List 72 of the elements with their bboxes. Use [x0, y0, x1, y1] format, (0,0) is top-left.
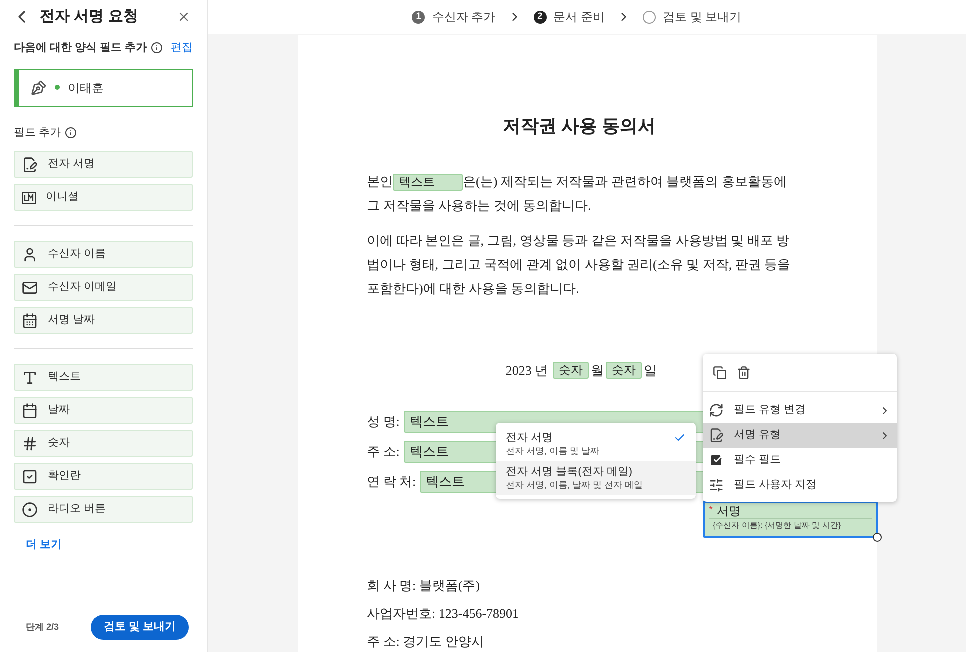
person-icon — [22, 246, 38, 262]
info-icon[interactable] — [151, 42, 164, 54]
field-button[interactable]: 숫자 — [14, 430, 193, 457]
menu-item[interactable]: 필수 필드 — [703, 448, 897, 473]
panel-title: 전자 서명 요청 — [40, 6, 138, 27]
step-number: 1 — [412, 10, 426, 24]
more-link[interactable]: 더 보기 — [26, 537, 207, 554]
option-title: 전자 서명 — [506, 431, 554, 445]
review-send-button[interactable]: 검토 및 보내기 — [90, 615, 189, 640]
field-button[interactable]: 수신자 이름 — [14, 241, 193, 268]
refresh-icon — [709, 403, 724, 418]
checkbox[interactable] — [709, 453, 724, 468]
edit-link[interactable]: 편집 — [171, 40, 193, 56]
signature-icon — [22, 156, 38, 172]
step-number: 2 — [534, 10, 547, 24]
section-label: 다음에 대한 양식 필드 추가 — [14, 41, 148, 56]
field-button[interactable]: 확인란 — [14, 463, 193, 490]
duplicate-icon[interactable] — [713, 366, 727, 380]
initials-icon — [22, 192, 36, 204]
paragraph: 이에 따라 본인은 글, 그림, 영상물 등과 같은 저작물을 사용방법 및 배포 방법이나 형태, 그리고 국적에 관계 없이 사용할 권리(소유 및 저작, 판권 등을 포함한다)에 대한 사용을 동의합니다. — [367, 232, 792, 298]
document-title: 저작권 사용 동의서 — [502, 115, 657, 138]
field-button[interactable]: 날짜 — [14, 397, 193, 424]
field-button[interactable]: 라디오 버튼 — [14, 496, 193, 523]
field-button[interactable]: 서명 날짜 — [14, 307, 193, 334]
form-label: 주 소: — [367, 442, 400, 461]
document-text: 주 소: 경기도 안양시 — [367, 632, 486, 650]
date-text: 2023 년 — [506, 362, 548, 380]
close-icon[interactable] — [177, 10, 191, 24]
option-title: 전자 서명 블록(전자 메일) — [506, 465, 634, 479]
field-button[interactable]: 전자 서명 — [14, 151, 193, 178]
step-label: 문서 준비 — [554, 9, 605, 26]
mail-icon — [22, 280, 38, 296]
form-label: 성 명: — [367, 412, 400, 431]
hash-icon — [22, 436, 38, 452]
section-label: 필드 추가 — [14, 126, 62, 140]
recipient-card[interactable]: 이태훈 — [14, 68, 193, 106]
required-mark: * — [709, 504, 713, 518]
field-label: 서명 — [716, 502, 741, 520]
option-description: 전자 서명, 이름, 날짜 및 전자 메일 — [506, 479, 644, 491]
check-icon — [674, 432, 686, 444]
date-text: 월 — [591, 362, 604, 380]
text-field[interactable]: 숫자 — [606, 362, 642, 380]
field-button[interactable]: 수신자 이메일 — [14, 274, 193, 301]
field-button[interactable]: 이니셜 — [14, 184, 193, 211]
signature-icon — [709, 428, 724, 443]
form-label: 연 락 처: — [367, 472, 416, 491]
paragraph: 본인 텍스트 은(는) 제작되는 저작물과 관련하여 블랫폼의 홍보활동에 그 저작물을 사용하는 것에 동의합니다. — [367, 173, 788, 215]
date-text: 일 — [644, 362, 658, 380]
calendar-icon — [22, 312, 38, 328]
menu-option[interactable]: 전자 서명 블록(전자 메일) 전자 서명, 이름, 날짜 및 전자 메일 — [496, 461, 696, 495]
text-field[interactable]: 텍스트 — [393, 174, 463, 191]
field-hint: {수신자 이름}: {서명한 날짜 및 시간} — [712, 520, 842, 532]
pen-icon — [31, 80, 47, 96]
trash-icon[interactable] — [737, 366, 751, 380]
recipient-name: 이태훈 — [68, 80, 104, 96]
step-label: 검토 및 보내기 — [663, 9, 742, 26]
calendar-icon — [22, 402, 38, 418]
checkbox-icon — [22, 468, 38, 484]
sliders-icon — [709, 478, 724, 493]
document-text: 회 사 명: 블랫폼(주) — [367, 576, 482, 594]
field-button[interactable]: 텍스트 — [14, 364, 193, 391]
info-icon[interactable] — [65, 126, 78, 139]
menu-item[interactable]: 서명 유형 — [703, 423, 897, 448]
document-text: 사업자번호: 123-456-78901 — [367, 604, 520, 622]
menu-item[interactable]: 필드 사용자 지정 — [703, 473, 897, 498]
step-label: 수신자 추가 — [432, 9, 496, 26]
option-description: 전자 서명, 이름 및 날짜 — [506, 445, 600, 457]
text-icon — [22, 370, 38, 386]
resize-handle[interactable] — [873, 533, 882, 542]
text-field[interactable]: 숫자 — [553, 362, 590, 380]
step-counter: 단계 2/3 — [26, 620, 60, 634]
radio-icon — [22, 502, 38, 518]
